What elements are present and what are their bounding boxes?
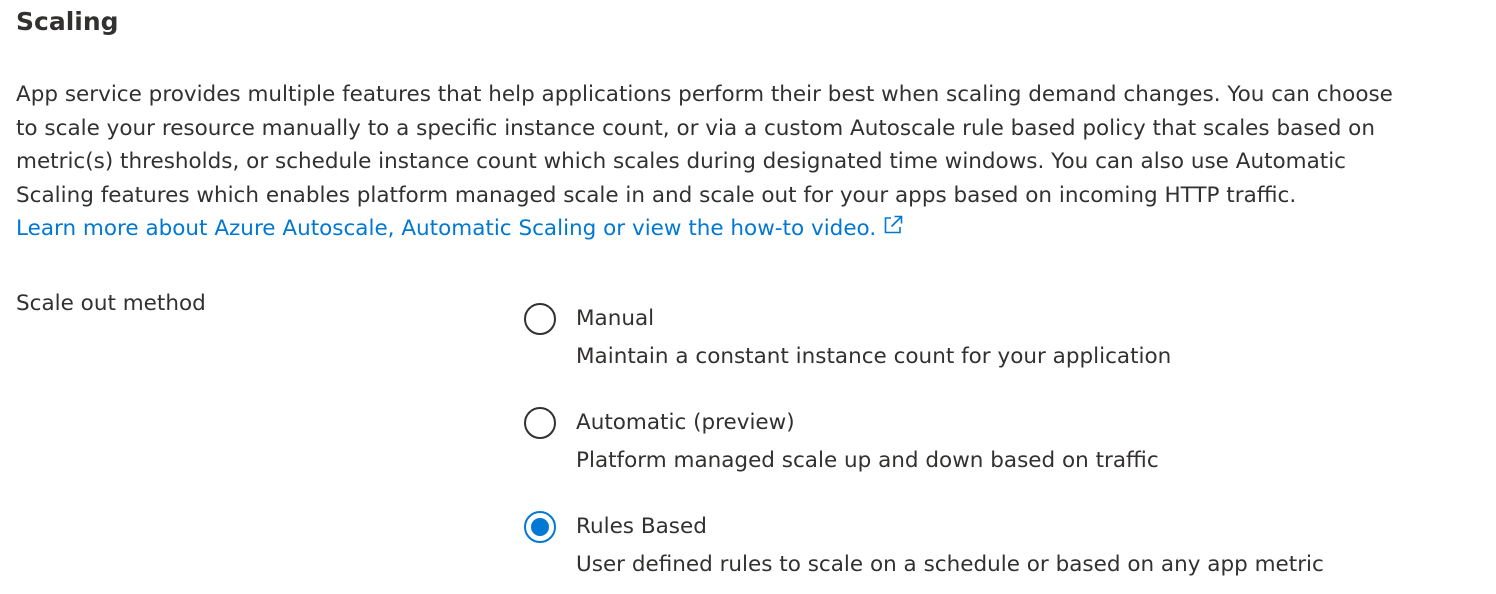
radio-option-automatic[interactable]: Automatic (preview) Platform managed sca… — [522, 405, 1422, 485]
description-line: metric(s) thresholds, or schedule instan… — [16, 149, 1347, 175]
radio-option-title: Automatic (preview) — [576, 410, 795, 435]
radio-button-automatic[interactable] — [524, 407, 556, 439]
learn-more-link-text: Learn more about Azure Autoscale, Automa… — [16, 216, 877, 242]
scale-out-method-label: Scale out method — [16, 291, 206, 316]
radio-option-title: Rules Based — [576, 514, 707, 539]
external-link-icon — [884, 216, 903, 234]
radio-option-rules-based[interactable]: Rules Based User defined rules to scale … — [522, 509, 1422, 589]
radio-button-rules-based[interactable] — [524, 511, 556, 543]
radio-option-description: Maintain a constant instance count for y… — [576, 344, 1172, 369]
learn-more-link[interactable]: Learn more about Azure Autoscale, Automa… — [16, 216, 904, 241]
radio-option-manual[interactable]: Manual Maintain a constant instance coun… — [522, 301, 1422, 381]
description-line: App service provides multiple features t… — [16, 82, 1393, 107]
radio-option-title: Manual — [576, 306, 655, 331]
section-title: Scaling — [16, 7, 119, 36]
radio-option-description: User defined rules to scale on a schedul… — [576, 552, 1324, 577]
learn-more-row: Learn more about Azure Autoscale, Automa… — [16, 212, 1484, 246]
radio-option-description: Platform managed scale up and down based… — [576, 448, 1159, 473]
description-line: Scaling features which enables platform … — [16, 182, 1297, 208]
scaling-description: App service provides multiple features t… — [16, 78, 1484, 246]
radio-button-manual[interactable] — [524, 303, 556, 335]
description-line: to scale your resource manually to a spe… — [16, 115, 1375, 141]
